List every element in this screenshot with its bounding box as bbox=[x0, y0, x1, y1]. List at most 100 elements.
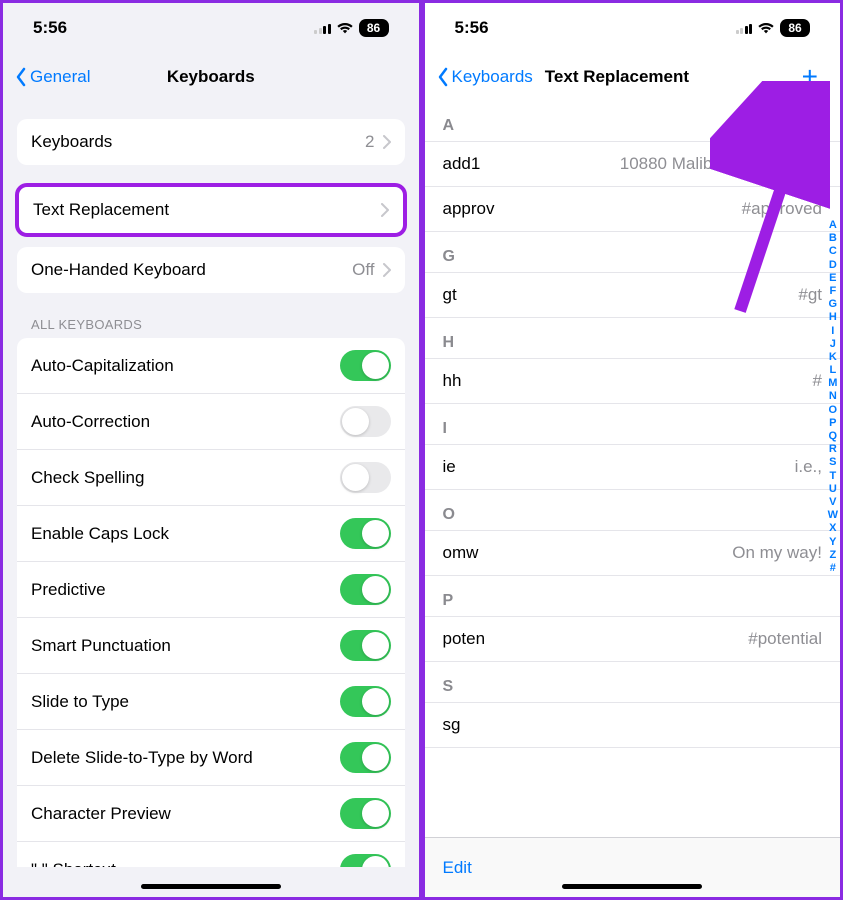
index-letter[interactable]: Q bbox=[829, 430, 838, 442]
row-toggle[interactable]: Slide to Type bbox=[17, 673, 405, 729]
index-letter[interactable]: T bbox=[829, 470, 836, 482]
list-item[interactable]: gt #gt bbox=[425, 272, 841, 318]
status-time: 5:56 bbox=[33, 18, 67, 38]
row-text-replacement[interactable]: Text Replacement bbox=[19, 187, 403, 233]
battery-icon: 86 bbox=[780, 19, 810, 37]
row-toggle[interactable]: Check Spelling bbox=[17, 449, 405, 505]
phrase-text: On my way! bbox=[732, 543, 822, 563]
back-label: Keyboards bbox=[452, 67, 533, 87]
chevron-right-icon bbox=[383, 135, 391, 149]
list-section-header: O bbox=[425, 490, 841, 530]
row-toggle[interactable]: Character Preview bbox=[17, 785, 405, 841]
list-section-header: P bbox=[425, 576, 841, 616]
phrase-text: 10880 Malibu Point, 90265 bbox=[620, 154, 822, 174]
toggle-switch[interactable] bbox=[340, 574, 391, 605]
index-letter[interactable]: G bbox=[829, 298, 838, 310]
toggle-switch[interactable] bbox=[340, 630, 391, 661]
toggle-label: Predictive bbox=[31, 580, 106, 600]
index-letter[interactable]: O bbox=[829, 404, 838, 416]
shortcut-text: add1 bbox=[443, 154, 481, 174]
toggle-label: Enable Caps Lock bbox=[31, 524, 169, 544]
index-letter[interactable]: B bbox=[829, 232, 837, 244]
replacement-list[interactable]: Aadd110880 Malibu Point, 90265approv#app… bbox=[425, 101, 841, 837]
nav-bar: General Keyboards bbox=[3, 53, 419, 101]
index-letter[interactable]: L bbox=[829, 364, 836, 376]
index-letter[interactable]: E bbox=[829, 272, 836, 284]
index-letter[interactable]: X bbox=[829, 522, 836, 534]
index-letter[interactable]: N bbox=[829, 390, 837, 402]
row-toggle[interactable]: Delete Slide-to-Type by Word bbox=[17, 729, 405, 785]
list-item[interactable]: iei.e., bbox=[425, 444, 841, 490]
row-toggle[interactable]: Smart Punctuation bbox=[17, 617, 405, 673]
phone-text-replacement: 5:56 86 Keyboards Text Replacement + Aad… bbox=[422, 0, 843, 900]
shortcut-text: sg bbox=[443, 715, 461, 735]
wifi-icon bbox=[336, 21, 354, 35]
index-letter[interactable]: S bbox=[829, 456, 836, 468]
index-letter[interactable]: H bbox=[829, 311, 837, 323]
phrase-text: i.e., bbox=[795, 457, 822, 477]
toggle-switch[interactable] bbox=[340, 798, 391, 829]
shortcut-text: gt bbox=[443, 285, 457, 305]
toggle-switch[interactable] bbox=[340, 462, 391, 493]
chevron-right-icon bbox=[383, 263, 391, 277]
toggle-switch[interactable] bbox=[340, 350, 391, 381]
nav-bar: Keyboards Text Replacement + bbox=[425, 53, 841, 101]
list-item[interactable]: omwOn my way! bbox=[425, 530, 841, 576]
toggle-switch[interactable] bbox=[340, 518, 391, 549]
content-area: Keyboards 2 Text Replacement One-Handed … bbox=[3, 101, 419, 867]
toggle-switch[interactable] bbox=[340, 742, 391, 773]
row-toggle[interactable]: "." Shortcut bbox=[17, 841, 405, 867]
index-letter[interactable]: Z bbox=[829, 549, 836, 561]
list-item[interactable]: approv #approved bbox=[425, 187, 841, 232]
toggle-switch[interactable] bbox=[340, 686, 391, 717]
index-letter[interactable]: F bbox=[829, 285, 836, 297]
index-letter[interactable]: U bbox=[829, 483, 837, 495]
row-toggle[interactable]: Auto-Capitalization bbox=[17, 338, 405, 393]
row-toggle[interactable]: Auto-Correction bbox=[17, 393, 405, 449]
index-letter[interactable]: R bbox=[829, 443, 837, 455]
add-button[interactable]: + bbox=[792, 61, 828, 93]
row-toggle[interactable]: Enable Caps Lock bbox=[17, 505, 405, 561]
index-letter[interactable]: Y bbox=[829, 536, 836, 548]
index-bar[interactable]: ABCDEFGHIJKLMNOPQRSTUVWXYZ# bbox=[828, 219, 838, 574]
index-letter[interactable]: M bbox=[828, 377, 837, 389]
row-keyboards[interactable]: Keyboards 2 bbox=[17, 119, 405, 165]
edit-button[interactable]: Edit bbox=[443, 858, 472, 878]
list-item[interactable]: poten#potential bbox=[425, 616, 841, 662]
row-one-handed[interactable]: One-Handed Keyboard Off bbox=[17, 247, 405, 293]
phrase-text: # bbox=[813, 371, 822, 391]
row-label: One-Handed Keyboard bbox=[31, 260, 206, 280]
index-letter[interactable]: W bbox=[828, 509, 838, 521]
chevron-left-icon bbox=[437, 67, 449, 87]
list-item[interactable]: sg bbox=[425, 702, 841, 748]
index-letter[interactable]: P bbox=[829, 417, 836, 429]
phrase-text: #gt bbox=[798, 285, 822, 305]
index-letter[interactable]: C bbox=[829, 245, 837, 257]
phrase-text: #approved bbox=[742, 199, 822, 219]
index-letter[interactable]: # bbox=[830, 562, 836, 574]
list-section-header: A bbox=[425, 101, 841, 141]
cellular-icon bbox=[736, 22, 753, 34]
toggle-switch[interactable] bbox=[340, 406, 391, 437]
shortcut-text: approv bbox=[443, 199, 495, 219]
list-item[interactable]: hh# bbox=[425, 358, 841, 404]
toggle-switch[interactable] bbox=[340, 854, 391, 867]
group-keyboards: Keyboards 2 bbox=[17, 119, 405, 165]
list-section-header: G bbox=[425, 232, 841, 272]
index-letter[interactable]: J bbox=[830, 338, 836, 350]
index-letter[interactable]: I bbox=[831, 325, 834, 337]
list-item[interactable]: add1 10880 Malibu Point, 90265 bbox=[425, 141, 841, 187]
index-letter[interactable]: D bbox=[829, 259, 837, 271]
home-indicator[interactable] bbox=[141, 884, 281, 889]
home-indicator[interactable] bbox=[562, 884, 702, 889]
back-button[interactable]: General bbox=[15, 67, 90, 87]
list-section-header: H bbox=[425, 318, 841, 358]
index-letter[interactable]: A bbox=[829, 219, 837, 231]
status-time: 5:56 bbox=[455, 18, 489, 38]
index-letter[interactable]: K bbox=[829, 351, 837, 363]
toggle-label: Smart Punctuation bbox=[31, 636, 171, 656]
back-button[interactable]: Keyboards bbox=[437, 67, 533, 87]
row-toggle[interactable]: Predictive bbox=[17, 561, 405, 617]
index-letter[interactable]: V bbox=[829, 496, 836, 508]
content-area: Aadd110880 Malibu Point, 90265approv#app… bbox=[425, 101, 841, 837]
